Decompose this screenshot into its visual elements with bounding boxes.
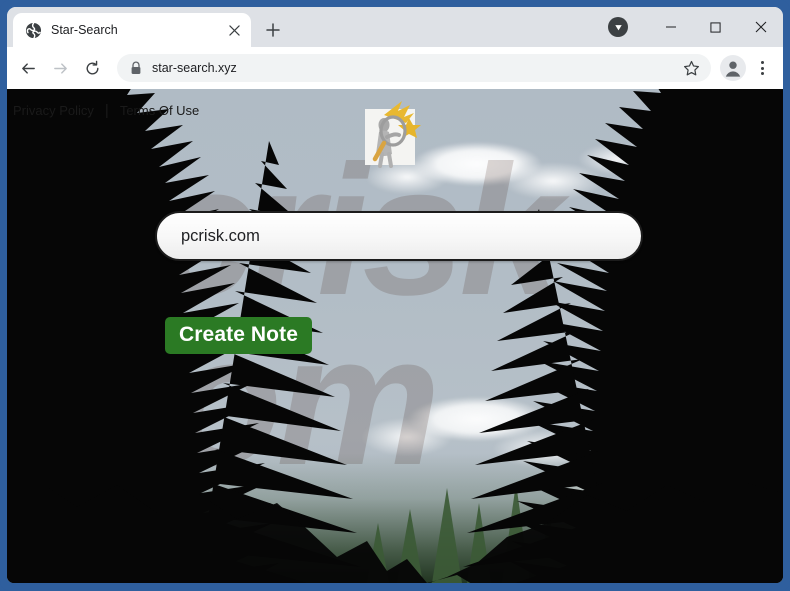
tab-strip: Star-Search	[7, 7, 783, 47]
page-header-links: Privacy Policy | Terms Of Use	[13, 102, 199, 119]
tab-star-search[interactable]: Star-Search	[13, 13, 251, 47]
browser-window-inner: Star-Search star-search.xyz Privacy Poli…	[7, 7, 783, 583]
forward-arrow-icon	[45, 53, 75, 83]
browser-toolbar: star-search.xyz	[7, 47, 783, 89]
link-separator: |	[104, 102, 109, 119]
tab-title: Star-Search	[51, 23, 118, 37]
privacy-policy-link[interactable]: Privacy Policy	[13, 103, 94, 118]
lock-icon	[131, 61, 141, 74]
star-icon[interactable]	[679, 56, 703, 80]
search-input[interactable]: pcrisk.com	[181, 227, 260, 246]
create-note-button[interactable]: Create Note	[165, 317, 312, 355]
tab-close-icon[interactable]	[225, 21, 243, 39]
terms-of-use-link[interactable]: Terms Of Use	[120, 103, 199, 118]
close-window-button[interactable]	[738, 7, 783, 47]
site-logo[interactable]	[362, 99, 424, 173]
back-arrow-icon[interactable]	[13, 53, 43, 83]
three-dot-menu-icon[interactable]	[749, 54, 775, 82]
magnifier-star-logo-icon	[365, 101, 421, 168]
download-indicator-icon[interactable]	[608, 17, 628, 37]
page-viewport: pcrisk .com	[7, 89, 783, 583]
globe-icon	[25, 22, 42, 38]
site-search-box[interactable]: pcrisk.com	[155, 211, 643, 261]
browser-window: Star-Search star-search.xyz Privacy Poli…	[0, 0, 790, 591]
minimize-button[interactable]	[648, 7, 693, 47]
new-tab-button[interactable]	[259, 16, 287, 44]
address-bar[interactable]: star-search.xyz	[117, 54, 711, 82]
url-text: star-search.xyz	[152, 61, 237, 75]
plus-icon	[266, 23, 280, 37]
reload-icon[interactable]	[77, 53, 107, 83]
foreground-shadow	[7, 483, 783, 583]
avatar[interactable]	[719, 54, 747, 82]
maximize-button[interactable]	[693, 7, 738, 47]
window-controls-group	[608, 7, 783, 47]
